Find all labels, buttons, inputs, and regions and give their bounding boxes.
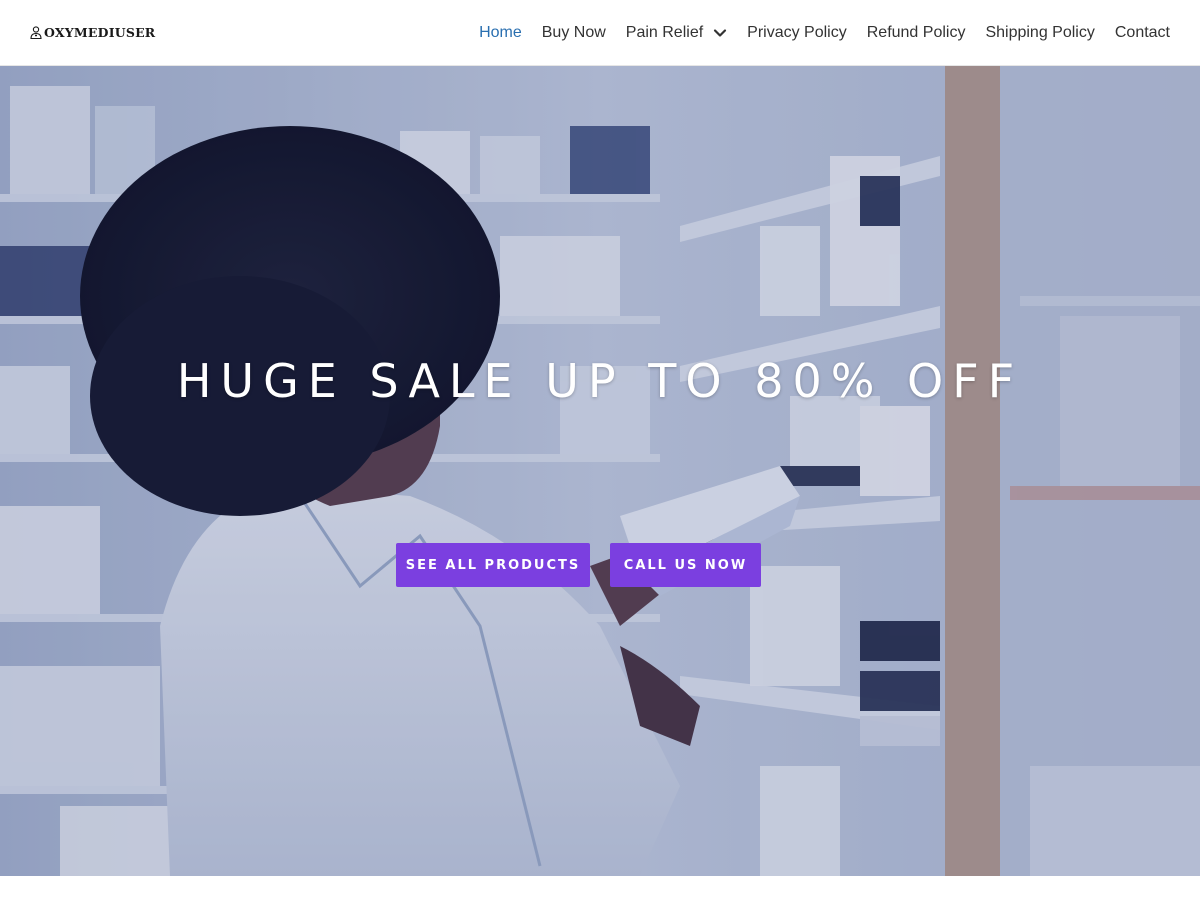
nav-buy-now[interactable]: Buy Now [542, 24, 606, 42]
hero-title: HUGE SALE UP TO 80% OFF [176, 354, 1024, 408]
site-header: OXYMEDIUSER Home Buy Now Pain Relief Pri… [0, 0, 1200, 66]
nav-pain-relief[interactable]: Pain Relief [626, 24, 727, 42]
nav-pain-relief-label: Pain Relief [625, 23, 704, 41]
see-all-products-button[interactable]: SEE ALL PRODUCTS [396, 543, 590, 587]
hero-tint-overlay [0, 66, 1200, 876]
main-nav: Home Buy Now Pain Relief Privacy Policy … [479, 24, 1170, 42]
chevron-down-icon[interactable] [713, 28, 727, 38]
nav-privacy-policy[interactable]: Privacy Policy [747, 24, 847, 42]
nav-shipping-policy[interactable]: Shipping Policy [985, 24, 1094, 42]
pharmacist-icon [30, 26, 42, 39]
call-us-now-button[interactable]: CALL US NOW [610, 543, 761, 587]
hero-banner: HUGE SALE UP TO 80% OFF SEE ALL PRODUCTS… [0, 66, 1200, 876]
page-below-hero [0, 876, 1200, 900]
nav-refund-policy[interactable]: Refund Policy [867, 24, 966, 42]
nav-home[interactable]: Home [479, 24, 522, 42]
logo-text: OXYMEDIUSER [44, 25, 156, 40]
site-logo[interactable]: OXYMEDIUSER [30, 25, 155, 40]
nav-contact[interactable]: Contact [1115, 24, 1170, 42]
